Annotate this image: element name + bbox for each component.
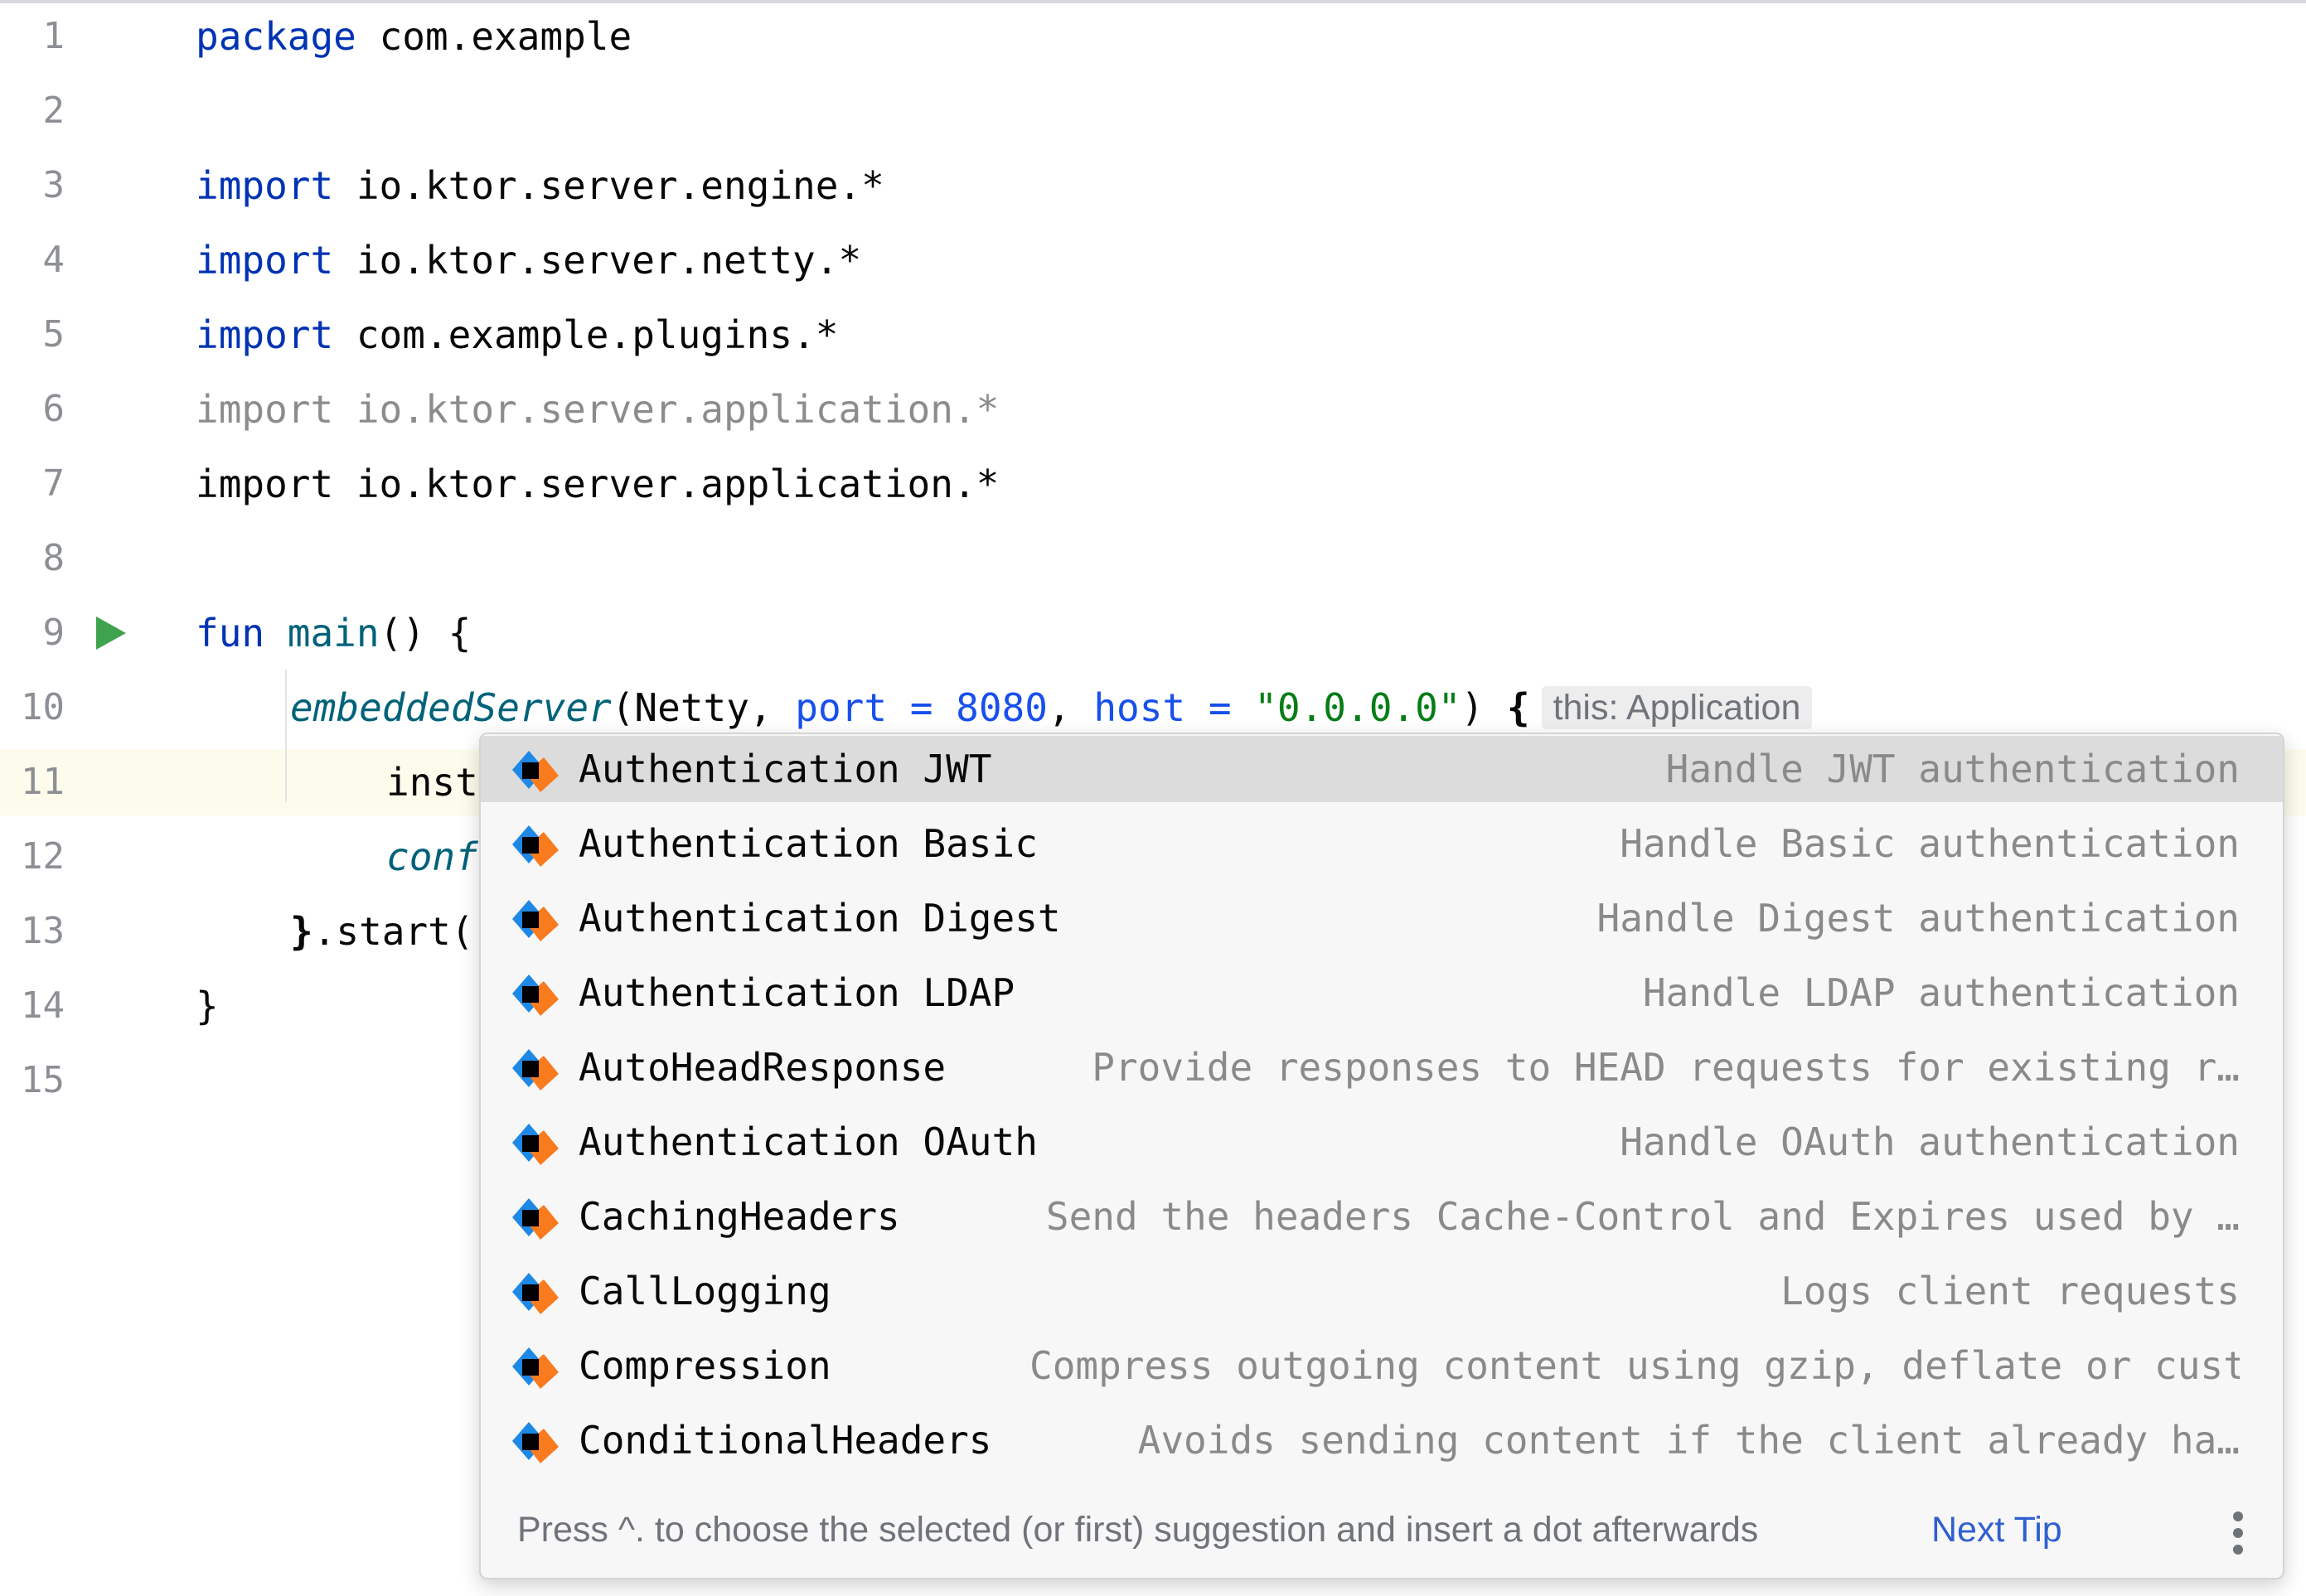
run-icon[interactable]	[94, 615, 128, 651]
completion-list[interactable]: Authentication JWT Handle JWT authenticat…	[481, 736, 2283, 1490]
ktor-plugin-icon	[507, 1119, 560, 1167]
completion-item-name: Authentication OAuth	[579, 1120, 1038, 1164]
completion-item[interactable]: Authentication JWT Handle JWT authenticat…	[481, 736, 2283, 802]
code-line[interactable]: 6 import io.ktor.server.application.*	[0, 376, 2306, 443]
code-line[interactable]: 4 import io.ktor.server.netty.*	[0, 227, 2306, 293]
completion-item-description: Send the headers Cache-Control and Expir…	[1045, 1194, 2240, 1239]
completion-popup[interactable]: Authentication JWT Handle JWT authenticat…	[479, 733, 2284, 1579]
line-number: 9	[42, 612, 65, 654]
ktor-plugin-icon	[507, 1044, 560, 1092]
completion-item-name: Authentication JWT	[579, 747, 992, 791]
ktor-plugin-icon	[507, 746, 560, 794]
code-line[interactable]: 2	[0, 78, 2306, 144]
line-number: 14	[21, 984, 65, 1027]
ktor-plugin-icon	[507, 820, 560, 868]
line-number: 13	[21, 910, 65, 952]
code-text[interactable]: embeddedServer(Netty, port = 8080, host …	[290, 675, 1813, 741]
code-text[interactable]: fun main() {	[196, 600, 471, 666]
ktor-plugin-icon	[507, 970, 560, 1018]
completion-item-name: ConditionalHeaders	[579, 1418, 992, 1463]
completion-item[interactable]: CachingHeaders Send the headers Cache-Con…	[481, 1183, 2283, 1250]
line-number: 5	[42, 313, 65, 355]
completion-item-name: Compression	[579, 1343, 831, 1388]
completion-item-description: Handle LDAP authentication	[1642, 970, 2240, 1015]
code-line[interactable]: 7 import io.ktor.server.application.*	[0, 451, 2306, 517]
code-text[interactable]: import io.ktor.server.application.*	[196, 451, 999, 517]
code-line[interactable]: 1 package com.example	[0, 3, 2306, 70]
code-line[interactable]: 5 import com.example.plugins.*	[0, 302, 2306, 368]
ktor-plugin-icon	[507, 1193, 560, 1241]
completion-item[interactable]: Compression Compress outgoing content usi…	[481, 1332, 2283, 1399]
code-text[interactable]: }	[196, 973, 219, 1039]
completion-item-name: Authentication Basic	[579, 821, 1038, 866]
line-number: 12	[21, 835, 65, 878]
completion-item[interactable]: Authentication OAuth Handle OAuth authent…	[481, 1109, 2283, 1175]
indent-guide	[285, 670, 287, 802]
ktor-plugin-icon	[507, 895, 560, 943]
unused-import-text[interactable]: import io.ktor.server.application.*	[196, 376, 999, 443]
code-text[interactable]: import com.example.plugins.*	[196, 302, 838, 368]
inlay-hint: this: Application	[1541, 686, 1813, 729]
completion-item[interactable]: AutoHeadResponse Provide responses to HEA…	[481, 1034, 2283, 1100]
completion-item-description: Avoids sending content if the client alr…	[1137, 1418, 2240, 1463]
line-number: 15	[21, 1059, 65, 1101]
line-number: 6	[42, 388, 65, 430]
line-number: 7	[42, 462, 65, 505]
completion-item-description: Handle OAuth authentication	[1620, 1120, 2240, 1164]
line-number: 8	[42, 537, 65, 579]
completion-item-name: CallLogging	[579, 1269, 831, 1313]
line-number: 11	[21, 761, 65, 803]
ktor-plugin-icon	[507, 1342, 560, 1390]
completion-item-name: ContentNegotiation: GSON	[579, 1482, 1130, 1490]
code-text[interactable]: import io.ktor.server.engine.*	[196, 152, 884, 219]
line-number: 3	[42, 164, 65, 206]
completion-item[interactable]: ConditionalHeaders Avoids sending content…	[481, 1407, 2283, 1473]
completion-item-description: Handle JWT authentication	[1665, 747, 2240, 791]
completion-item[interactable]: Authentication LDAP Handle LDAP authentic…	[481, 960, 2283, 1026]
completion-item-name: Authentication Digest	[579, 896, 1061, 941]
completion-item-name: Authentication LDAP	[579, 970, 1015, 1015]
code-line[interactable]: 9 fun main() {	[0, 600, 2306, 666]
completion-item-description: Logs client requests	[1780, 1269, 2240, 1313]
completion-item-description: Provide responses to HEAD requests for e…	[1092, 1045, 2240, 1090]
completion-item-name: CachingHeaders	[579, 1194, 900, 1239]
completion-footer: Press ^. to choose the selected (or firs…	[481, 1490, 2283, 1578]
code-text[interactable]: }.start(	[290, 898, 474, 965]
line-number: 1	[42, 15, 65, 57]
line-number: 2	[42, 89, 65, 132]
completion-item-description: Handle Digest authentication	[1596, 896, 2240, 941]
completion-item-description: Compress outgoing content using gzip, de…	[1029, 1343, 2240, 1388]
completion-item[interactable]: Authentication Basic Handle Basic authent…	[481, 810, 2283, 877]
ktor-plugin-icon	[507, 1417, 560, 1465]
ktor-plugin-icon	[507, 1268, 560, 1316]
completion-item-description: Handles JSON serialization using GSON li…	[1276, 1482, 2240, 1490]
code-line[interactable]: 8	[0, 525, 2306, 592]
completion-item[interactable]: CallLogging Logs client requests	[481, 1258, 2283, 1324]
completion-item-name: AutoHeadResponse	[579, 1045, 947, 1090]
code-line[interactable]: 3 import io.ktor.server.engine.*	[0, 152, 2306, 219]
code-line[interactable]: 10 embeddedServer(Netty, port = 8080, ho…	[0, 675, 2306, 741]
code-text[interactable]: package com.example	[196, 3, 632, 70]
completion-item[interactable]: Authentication Digest Handle Digest authe…	[481, 885, 2283, 951]
line-number: 4	[42, 239, 65, 281]
code-text[interactable]: import io.ktor.server.netty.*	[196, 227, 861, 293]
code-text[interactable]: conf	[386, 824, 478, 890]
next-tip-link[interactable]: Next Tip	[1931, 1510, 2062, 1550]
line-number: 10	[21, 686, 65, 728]
completion-hint-text: Press ^. to choose the selected (or firs…	[517, 1510, 1759, 1550]
vertical-dots-icon[interactable]	[2230, 1511, 2246, 1561]
completion-item-description: Handle Basic authentication	[1620, 821, 2240, 866]
completion-item[interactable]: ContentNegotiation: GSON Handles JSON ser…	[481, 1482, 2283, 1490]
